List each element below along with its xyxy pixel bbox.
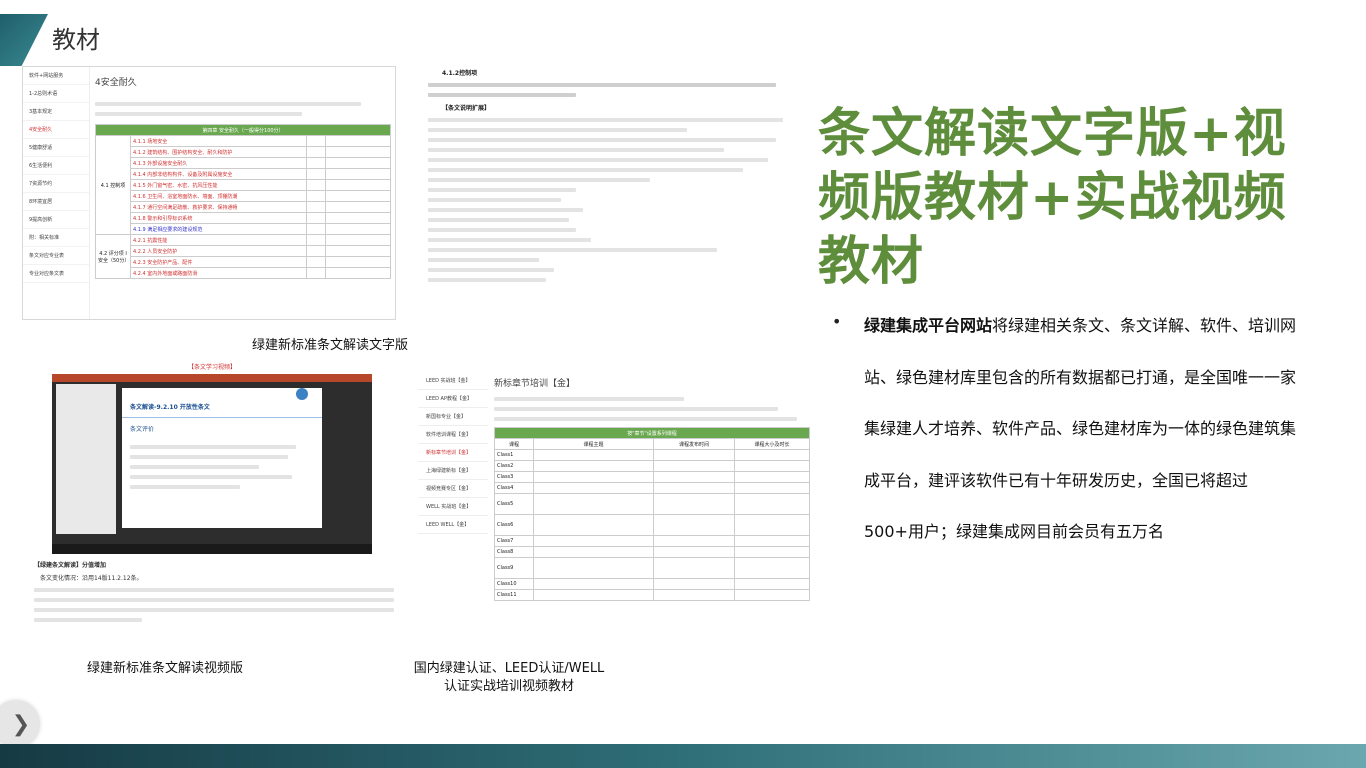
class-cell: Class8	[494, 546, 534, 558]
class-cell: Class2	[494, 460, 534, 472]
class-cell: Class4	[494, 482, 534, 494]
next-slide-button[interactable]: ❯	[0, 700, 40, 748]
text-version-screenshot: 软件+网站服务 1-2总则术语 3基本规定 4安全耐久 5健康舒适 6生活便利 …	[22, 66, 396, 320]
doc-table: 第四章 安全耐久（一般得分100分） 4.1 控制项 4.1.1 场地安全 4.1…	[95, 124, 391, 279]
group-label: 4.2 评分项 Ⅰ 安全（50分）	[95, 234, 131, 279]
leed-sidebar-item: 视频竞赛专区【金】	[418, 480, 488, 498]
class-cell: Class1	[494, 449, 534, 461]
leed-sidebar-item: 软件培训课程【金】	[418, 426, 488, 444]
footer-bar	[0, 744, 1366, 768]
column-header: 课程主题	[533, 438, 654, 450]
slide-title: 条文解读-9.2.10 开放性条文	[122, 388, 322, 418]
class-cell: Class6	[494, 514, 534, 536]
caption-text-version: 绿建新标准条文解读文字版	[251, 338, 408, 353]
table-row: 4.1.4 内部非结构构件、设备及附属设施安全	[130, 168, 307, 180]
leed-sidebar-item: LEED AP教程【金】	[418, 390, 488, 408]
column-header: 课程	[494, 438, 534, 450]
leed-sidebar-item: WELL 实战班【金】	[418, 498, 488, 516]
sidebar-item: 条文对应专业表	[23, 247, 89, 265]
table-row: 4.1.1 场地安全	[130, 135, 307, 147]
leed-sidebar-item: 新标章节培训【金】	[418, 444, 488, 462]
table-row: 4.1.2 建筑结构、围护结构安全、耐久和防护	[130, 146, 307, 158]
bullet-icon: •	[832, 312, 842, 331]
sidebar-item: 9提高创新	[23, 211, 89, 229]
main-heading: 条文解读文字版+视频版教材+实战视频教材	[818, 104, 1287, 292]
class-cell: Class11	[494, 589, 534, 601]
description: 绿建集成平台网站将绿建相关条文、条文详解、软件、培训网站、绿色建材库里包含的所有…	[864, 300, 1304, 558]
sidebar-item: 4安全耐久	[23, 121, 89, 139]
leed-sidebar-item: LEED WELL【金】	[418, 516, 488, 534]
video-title: 【条文学习视频】	[187, 364, 236, 371]
sidebar-item: 1-2总则术语	[23, 85, 89, 103]
table-row: 4.1.6 卫生间、浴室地面防水、墙面、顶棚防潮	[130, 190, 307, 202]
leed-sidebar-item: 新国标专业【金】	[418, 408, 488, 426]
description-bold: 绿建集成平台网站	[864, 316, 993, 335]
doc-title: 4安全耐久	[95, 78, 137, 88]
sidebar-item: 5健康舒适	[23, 139, 89, 157]
table-row: 4.1.8 警示和引导标识系统	[130, 212, 307, 224]
leed-sidebar-item: 上海绿建新标【金】	[418, 462, 488, 480]
text-explanation-screenshot: 4.1.2控制项 【条文说明扩展】	[428, 66, 798, 320]
notes-subtitle: 条文变化情况：沿用14版11.2.12条。	[40, 575, 143, 582]
class-cell: Class10	[494, 578, 534, 590]
sidebar-item: 专业对应条文表	[23, 265, 89, 283]
title-corner-decoration	[0, 14, 48, 66]
class-cell: Class7	[494, 535, 534, 547]
class-cell: Class3	[494, 471, 534, 483]
sidebar-item: 7资源节约	[23, 175, 89, 193]
slide-subtitle: 条文评价	[130, 426, 155, 433]
video-version-screenshot: 【条文学习视频】 条文解读-9.2.10 开放性条文 条文评价	[52, 362, 372, 558]
page-title: 教材	[52, 26, 100, 54]
table-row: 4.1.7 通行空间满足疏散、救护要求、保持通畅	[130, 201, 307, 213]
class-cell: Class5	[494, 493, 534, 515]
doc-subheading: 【条文说明扩展】	[442, 105, 491, 112]
class-cell: Class9	[494, 557, 534, 579]
table-row: 4.2.2 人员安全防护	[130, 245, 307, 257]
leed-sidebar-item: LEED 实战班【金】	[418, 372, 488, 390]
course-table: 按"章节"设置系列课程 课程 课程主题 课程发布时间 课程大小及时长 Class…	[494, 427, 810, 601]
table-row: 4.1.5 外门窗气密、水密、抗风压性能	[130, 179, 307, 191]
sidebar-item: 附：相关标准	[23, 229, 89, 247]
table-header: 按"章节"设置系列课程	[494, 427, 810, 439]
column-header: 课程发布时间	[653, 438, 735, 450]
description-text: 将绿建相关条文、条文详解、软件、培训网站、绿色建材库里包含的所有数据都已打通，是…	[864, 316, 1297, 541]
sidebar-item: 6生活便利	[23, 157, 89, 175]
table-row: 4.1.9 满足相应要求的建设规范	[130, 223, 307, 235]
column-header: 课程大小及时长	[734, 438, 810, 450]
sidebar-item: 8环境宜居	[23, 193, 89, 211]
table-row: 4.2.3 安全防护产品、配件	[130, 256, 307, 268]
table-row: 4.1.3 外部设施安全耐久	[130, 157, 307, 169]
group-label: 4.1 控制项	[95, 135, 131, 235]
doc-sidebar: 软件+网站服务 1-2总则术语 3基本规定 4安全耐久 5健康舒适 6生活便利 …	[23, 67, 90, 319]
caption-video-version: 绿建新标准条文解读视频版	[86, 661, 243, 676]
leed-title: 新标章节培训【金】	[494, 379, 576, 389]
doc-heading: 4.1.2控制项	[442, 70, 478, 77]
sidebar-item: 软件+网站服务	[23, 67, 89, 85]
video-notes: 【绿建条文解读】分值增加 条文变化情况：沿用14版11.2.12条。	[34, 560, 394, 628]
table-row: 4.2.1 抗震性能	[130, 234, 307, 246]
table-row: 4.2.4 室内外地面或路面防滑	[130, 267, 307, 279]
notes-title: 【绿建条文解读】分值增加	[34, 562, 107, 569]
leed-courses-screenshot: LEED 实战班【金】 LEED AP教程【金】 新国标专业【金】 软件培训课程…	[418, 372, 814, 618]
caption-leed-line1: 国内绿建认证、LEED认证/WELL	[413, 661, 605, 676]
caption-leed-line2: 认证实战培训视频教材	[443, 679, 574, 694]
sidebar-item: 3基本规定	[23, 103, 89, 121]
table-header: 第四章 安全耐久（一般得分100分）	[95, 124, 391, 136]
chevron-right-icon: ❯	[11, 711, 31, 737]
